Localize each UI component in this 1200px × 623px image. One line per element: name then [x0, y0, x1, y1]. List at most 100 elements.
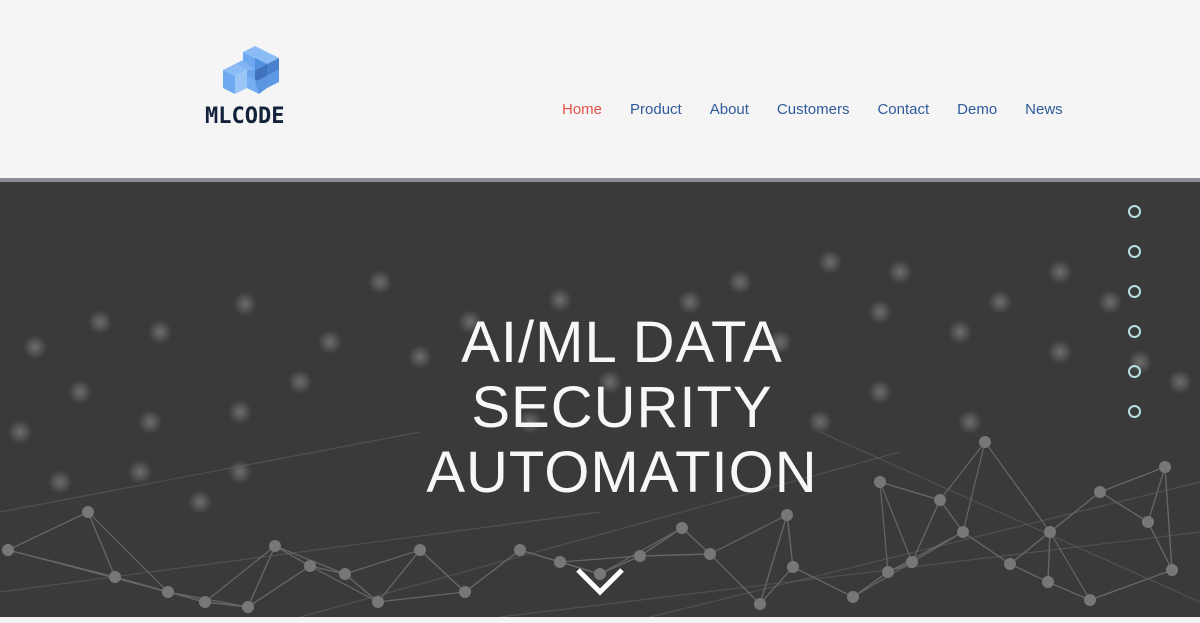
network-edge [344, 573, 379, 603]
section-dot-2[interactable] [1128, 245, 1141, 258]
network-glow-node [728, 270, 752, 294]
brand-wordmark: MLCODE [205, 104, 285, 129]
nav-item-about[interactable]: About [696, 100, 763, 120]
network-glow-node [368, 270, 392, 294]
network-node [459, 586, 471, 598]
network-glow-node [68, 380, 92, 404]
network-edge [1047, 531, 1051, 583]
network-node [754, 598, 766, 610]
network-node [2, 544, 14, 556]
network-glow-node [148, 320, 172, 344]
hero-section: AI/ML DATA SECURITY AUTOMATION [0, 182, 1200, 617]
section-dot-3[interactable] [1128, 285, 1141, 298]
network-glow-node [948, 320, 972, 344]
network-glow-node [23, 335, 47, 359]
network-node [1166, 564, 1178, 576]
network-edge [1049, 531, 1091, 601]
network-node [554, 556, 566, 568]
network-node [109, 571, 121, 583]
network-node [704, 548, 716, 560]
network-edge [419, 549, 466, 593]
network-node [162, 586, 174, 598]
network-edge [7, 511, 89, 551]
network-node [1044, 526, 1056, 538]
network-edge [984, 441, 1051, 533]
network-glow-node [818, 250, 842, 274]
network-edge [204, 545, 276, 603]
network-node [906, 556, 918, 568]
site-header: MLCODE Home Product About Customers Cont… [0, 0, 1200, 178]
network-node [847, 591, 859, 603]
network-glow-node [1168, 370, 1192, 394]
network-glow-node [188, 490, 212, 514]
hero-headline: AI/ML DATA SECURITY AUTOMATION [300, 310, 944, 505]
network-node [1004, 558, 1016, 570]
network-edge [852, 571, 889, 598]
network-glow-node [888, 260, 912, 284]
nav-item-demo[interactable]: Demo [943, 100, 1011, 120]
nav-item-news[interactable]: News [1011, 100, 1077, 120]
network-edge [792, 566, 854, 598]
network-edge [87, 511, 116, 578]
network-edge [1009, 531, 1051, 565]
logo[interactable]: MLCODE [205, 44, 307, 130]
network-glow-node [233, 292, 257, 316]
network-edge [1009, 563, 1049, 583]
network-node [676, 522, 688, 534]
network-glow-node [228, 400, 252, 424]
network-edge [911, 499, 941, 563]
network-node [1042, 576, 1054, 588]
nav-item-customers[interactable]: Customers [763, 100, 864, 120]
network-glow-node [8, 420, 32, 444]
nav-item-home[interactable]: Home [548, 100, 616, 120]
network-glow-node [1048, 260, 1072, 284]
network-edge [1089, 569, 1173, 601]
network-edge [709, 514, 788, 555]
nav-item-contact[interactable]: Contact [863, 100, 943, 120]
network-node [882, 566, 894, 578]
network-glow-node [1098, 290, 1122, 314]
network-edge [962, 531, 1011, 565]
network-node [514, 544, 526, 556]
headline-line-3: AUTOMATION [426, 440, 818, 505]
network-node [979, 436, 991, 448]
network-edge [377, 591, 466, 603]
network-node [1159, 461, 1171, 473]
network-node [634, 550, 646, 562]
network-node [82, 506, 94, 518]
network-edge [344, 549, 421, 575]
chevron-down-icon[interactable] [575, 566, 625, 598]
network-glow-node [988, 290, 1012, 314]
nav-item-product[interactable]: Product [616, 100, 696, 120]
section-dot-6[interactable] [1128, 405, 1141, 418]
network-node [787, 561, 799, 573]
network-node [1094, 486, 1106, 498]
section-dot-5[interactable] [1128, 365, 1141, 378]
section-dot-nav [1128, 205, 1142, 445]
network-edge [0, 511, 601, 593]
network-node [242, 601, 254, 613]
stacked-cubes-icon [223, 46, 279, 94]
network-edge [1099, 466, 1166, 493]
network-edge [464, 549, 521, 593]
network-node [414, 544, 426, 556]
network-edge [1049, 491, 1101, 533]
network-node [1084, 594, 1096, 606]
network-glow-node [1048, 340, 1072, 364]
main-nav: Home Product About Customers Contact Dem… [548, 100, 1077, 120]
network-node [1142, 516, 1154, 528]
network-edge [639, 553, 711, 557]
network-node [269, 540, 281, 552]
network-node [957, 526, 969, 538]
network-node [372, 596, 384, 608]
section-dot-1[interactable] [1128, 205, 1141, 218]
network-glow-node [48, 470, 72, 494]
network-node [199, 596, 211, 608]
network-edge [759, 514, 788, 605]
network-edge [1047, 581, 1091, 601]
network-glow-node [548, 288, 572, 312]
network-node [304, 560, 316, 572]
network-glow-node [128, 460, 152, 484]
network-edge [1147, 521, 1173, 571]
section-dot-4[interactable] [1128, 325, 1141, 338]
